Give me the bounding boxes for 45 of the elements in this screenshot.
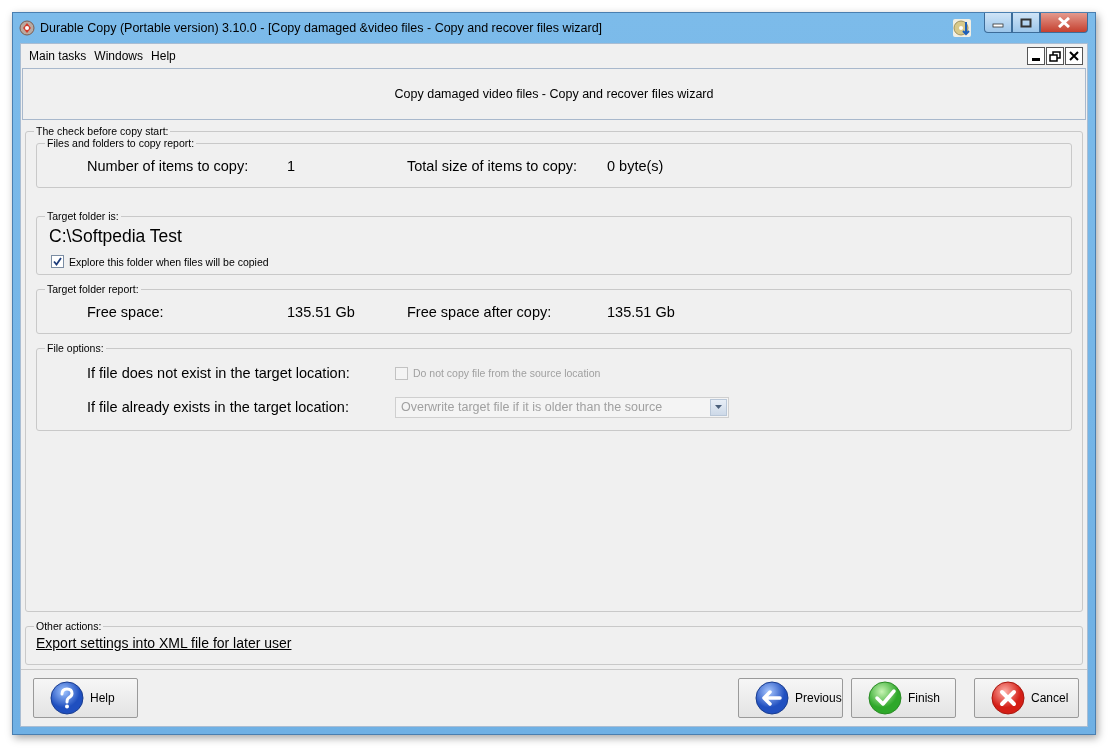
close-icon bbox=[1069, 51, 1079, 61]
option-label: If file already exists in the target location: bbox=[86, 399, 350, 415]
group-title: Target folder report: bbox=[46, 283, 140, 295]
group-title: Files and folders to copy report: bbox=[46, 137, 196, 149]
restore-icon bbox=[1049, 50, 1061, 62]
help-icon bbox=[50, 681, 84, 715]
minimize-button[interactable] bbox=[1027, 47, 1045, 65]
menu-item[interactable]: Help bbox=[147, 47, 180, 65]
close-icon bbox=[1057, 17, 1071, 28]
app-icon bbox=[19, 20, 35, 36]
group-title: The check before copy start: bbox=[35, 125, 170, 137]
export-settings-link[interactable]: Export settings into XML file for later user bbox=[36, 635, 292, 651]
field-label: Number of items to copy: bbox=[86, 158, 250, 174]
checkbox[interactable] bbox=[51, 255, 64, 268]
close-icon bbox=[991, 681, 1025, 715]
field-label: Free space after copy: bbox=[407, 304, 553, 320]
field-value: 1 bbox=[287, 158, 297, 174]
option-label: If file does not exist in the target location: bbox=[86, 365, 351, 381]
help-button[interactable]: Help bbox=[33, 678, 138, 718]
field-value: 135.51 Gb bbox=[607, 304, 676, 320]
previous-button[interactable]: Previous bbox=[738, 678, 843, 718]
menu-item[interactable]: Main tasks bbox=[25, 47, 91, 65]
menu-item[interactable]: Windows bbox=[90, 47, 148, 65]
finish-button[interactable]: Finish bbox=[851, 678, 956, 718]
checkbox-label: Explore this folder when files will be copied bbox=[69, 255, 269, 268]
minimize-icon bbox=[1032, 57, 1040, 61]
group-title: Target folder is: bbox=[46, 210, 120, 222]
target-path: C:\Softpedia Test bbox=[49, 226, 183, 247]
field-value: 0 byte(s) bbox=[607, 158, 665, 174]
dropdown-arrow-icon bbox=[715, 405, 722, 409]
group-title: File options: bbox=[46, 342, 105, 354]
field-label: Free space: bbox=[86, 304, 165, 320]
checkmark-icon bbox=[868, 681, 902, 715]
close-button[interactable] bbox=[1065, 47, 1083, 65]
maximize-button[interactable] bbox=[1012, 13, 1040, 33]
checkbox-label: Do not copy file from the source location bbox=[413, 367, 601, 379]
cancel-button[interactable]: Cancel bbox=[974, 678, 1079, 718]
disc-icon[interactable] bbox=[953, 19, 971, 37]
group-title: Other actions: bbox=[35, 620, 103, 632]
window-title: Durable Copy (Portable version) 3.10.0 - [Copy damaged &video files - Copy and recover files wizard] bbox=[40, 21, 603, 35]
maximize-icon bbox=[1020, 17, 1032, 28]
field-label: Total size of items to copy: bbox=[407, 158, 579, 174]
restore-button[interactable] bbox=[1046, 47, 1064, 65]
wizard-header: Copy damaged video files - Copy and recover files wizard bbox=[22, 68, 1086, 120]
field-value: 135.51 Gb bbox=[287, 304, 356, 320]
